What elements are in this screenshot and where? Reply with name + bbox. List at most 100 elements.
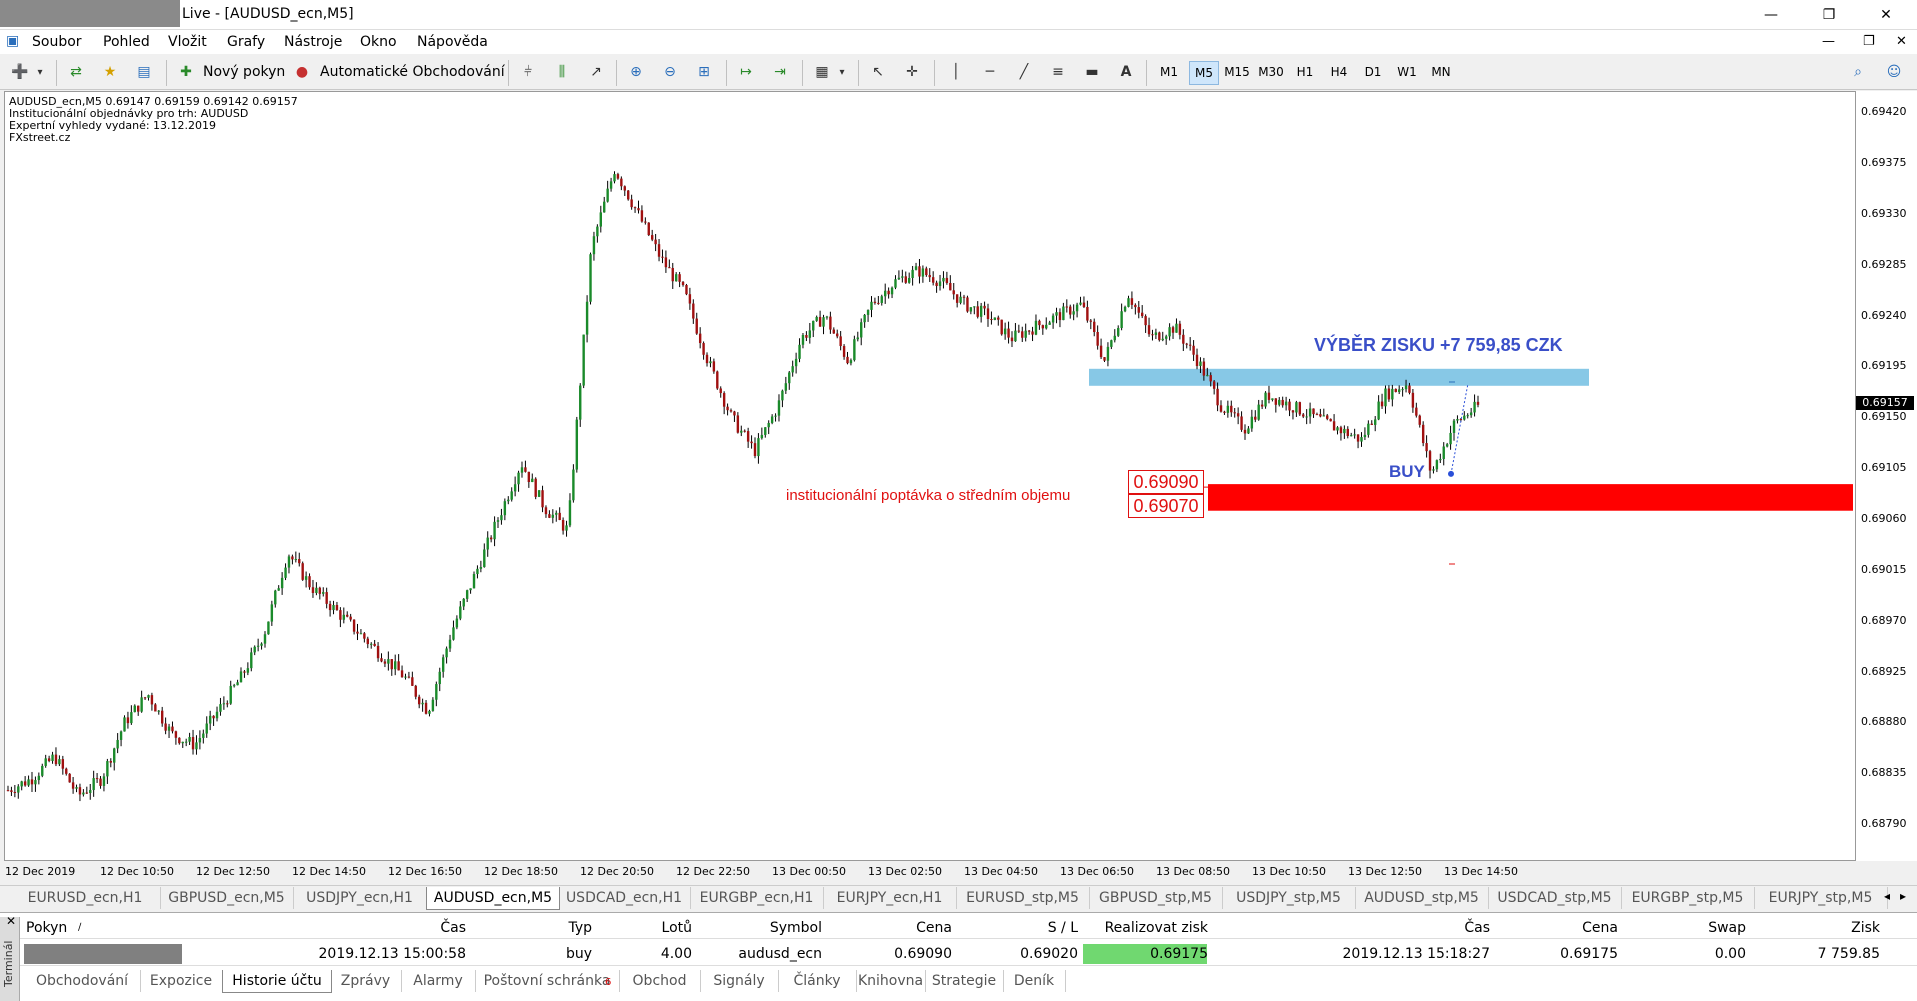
- chart-tab[interactable]: USDCAD_ecn,H1: [558, 887, 691, 909]
- column-header[interactable]: Zisk: [1720, 920, 1880, 940]
- chart-tab[interactable]: USDJPY_ecn,H1: [293, 887, 427, 909]
- candle-body: [1051, 315, 1055, 323]
- candle-body: [195, 742, 198, 750]
- candle-body: [123, 717, 126, 732]
- candle-body: [10, 790, 13, 792]
- candle-body: [205, 723, 208, 734]
- chart-tab[interactable]: USDJPY_stp,M5: [1222, 887, 1356, 909]
- candle-body: [627, 190, 630, 200]
- candle-body: [438, 671, 441, 685]
- terminal-tab[interactable]: Poštovní schránka: [475, 970, 620, 992]
- candle-body: [623, 186, 626, 191]
- terminal-tab[interactable]: Alarmy: [401, 970, 476, 992]
- candle-body: [702, 343, 705, 355]
- candle-body: [1343, 428, 1346, 434]
- chart-tab[interactable]: USDCAD_stp,M5: [1488, 887, 1622, 909]
- chart-tab[interactable]: EURJPY_stp,M5: [1754, 887, 1888, 909]
- candle-body: [719, 388, 722, 394]
- candle-body: [746, 431, 750, 442]
- candle-body: [219, 704, 222, 712]
- candle-body: [743, 430, 746, 432]
- candle-body: [1219, 405, 1223, 412]
- candle-body: [1093, 321, 1096, 332]
- candle-body: [1250, 416, 1254, 429]
- candle-body: [1415, 407, 1418, 416]
- candle-body: [805, 335, 808, 338]
- candle-body: [760, 434, 764, 439]
- chart-tab[interactable]: EURJPY_ecn,H1: [823, 887, 957, 909]
- candle-body: [657, 244, 661, 257]
- candle-body: [37, 775, 41, 781]
- candle-body: [791, 366, 794, 373]
- zone-top-label: 0.69090: [1128, 470, 1204, 494]
- candle-body: [527, 471, 531, 483]
- candle-body: [95, 778, 99, 780]
- chart-tab[interactable]: EURUSD_ecn,H1: [10, 887, 161, 909]
- terminal-close-icon[interactable]: ✕: [6, 914, 16, 928]
- candle-body: [1065, 306, 1069, 308]
- candle-body: [904, 276, 907, 283]
- tabs-scroll-right-icon[interactable]: ▸: [1900, 889, 1906, 903]
- candle-body: [575, 419, 579, 470]
- candle-body: [613, 174, 616, 182]
- terminal-tab[interactable]: Historie účtu: [222, 970, 332, 993]
- candle-body: [836, 333, 839, 337]
- candle-body: [51, 754, 54, 762]
- terminal-tab[interactable]: Obchod: [619, 970, 701, 992]
- candle-body: [1113, 335, 1116, 341]
- time-tick-label: 12 Dec 22:50: [676, 865, 750, 878]
- candle-body: [949, 282, 952, 291]
- terminal-tab[interactable]: Zprávy: [330, 970, 402, 992]
- candle-body: [740, 430, 743, 433]
- chart-tab[interactable]: EURGBP_ecn,H1: [690, 887, 824, 909]
- terminal-tab[interactable]: Strategie: [925, 970, 1004, 992]
- tabs-scroll-left-icon[interactable]: ◂: [1884, 889, 1890, 903]
- candle-body: [1017, 330, 1021, 332]
- time-tick-label: 13 Dec 00:50: [772, 865, 846, 878]
- candle-body: [1428, 451, 1432, 471]
- candle-body: [363, 633, 366, 639]
- candle-body: [1103, 357, 1106, 361]
- candle-body: [770, 416, 774, 423]
- candle-body: [116, 739, 119, 749]
- candle-body: [1144, 316, 1147, 326]
- candle-body: [1281, 399, 1284, 406]
- candle-body: [1199, 361, 1202, 366]
- candle-body: [894, 279, 897, 288]
- candle-body: [370, 643, 373, 645]
- candle-body: [520, 467, 524, 473]
- candle-body: [1178, 323, 1182, 335]
- candle-body: [548, 514, 551, 518]
- candle-body: [1079, 302, 1082, 305]
- candle-body: [17, 786, 20, 793]
- terminal-tab[interactable]: Expozice: [140, 970, 223, 992]
- terminal-tab[interactable]: Články: [778, 970, 857, 992]
- chart-tab[interactable]: GBPUSD_ecn,M5: [160, 887, 294, 909]
- candle-body: [846, 356, 849, 364]
- candle-body: [71, 782, 75, 789]
- column-header[interactable]: Realizovat zisk: [1048, 920, 1208, 940]
- candle-body: [918, 266, 921, 277]
- terminal-tab[interactable]: Deník: [1003, 970, 1066, 992]
- terminal-tab[interactable]: Knihovna: [856, 970, 926, 992]
- chart-tab[interactable]: AUDUSD_stp,M5: [1355, 887, 1489, 909]
- chart-tab[interactable]: EURUSD_stp,M5: [956, 887, 1090, 909]
- candle-body: [92, 778, 95, 791]
- terminal-tab[interactable]: Obchodování: [24, 970, 141, 992]
- candle-body: [1240, 416, 1243, 430]
- candle-body: [1452, 420, 1456, 433]
- candle-body: [1086, 306, 1089, 321]
- candle-body: [524, 467, 527, 472]
- candle-body: [1260, 404, 1264, 407]
- candle-body: [150, 695, 154, 705]
- column-header[interactable]: Pokyn: [26, 920, 67, 940]
- candle-body: [914, 266, 918, 270]
- chart-tab[interactable]: GBPUSD_stp,M5: [1089, 887, 1223, 909]
- chart-tab[interactable]: AUDUSD_ecn,M5: [426, 887, 560, 910]
- chart-tab[interactable]: EURGBP_stp,M5: [1621, 887, 1755, 909]
- candle-body: [236, 682, 239, 686]
- candle-body: [61, 759, 65, 769]
- candle-body: [938, 281, 942, 287]
- terminal-tab[interactable]: Signály: [700, 970, 779, 992]
- candle-body: [493, 521, 496, 540]
